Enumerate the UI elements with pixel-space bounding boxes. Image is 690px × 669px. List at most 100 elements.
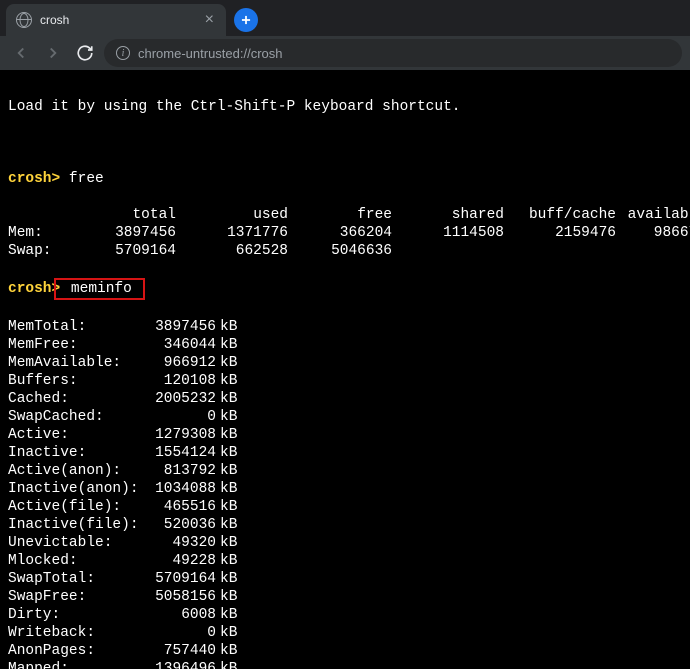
arrow-right-icon <box>44 44 62 62</box>
col-used: used <box>176 206 288 224</box>
cell <box>616 242 690 260</box>
meminfo-label: Mapped: <box>8 660 140 669</box>
meminfo-value: 0 <box>140 624 216 642</box>
arrow-left-icon <box>12 44 30 62</box>
meminfo-label: AnonPages: <box>8 642 140 660</box>
cell: 5709164 <box>72 242 176 260</box>
globe-icon <box>16 12 32 28</box>
meminfo-value: 757440 <box>140 642 216 660</box>
meminfo-value: 3897456 <box>140 318 216 336</box>
plus-icon <box>239 13 253 27</box>
cell: 1114508 <box>392 224 504 242</box>
meminfo-row: Inactive(anon):1034088kB <box>8 480 682 498</box>
meminfo-unit: kB <box>216 660 240 669</box>
meminfo-row: MemTotal:3897456kB <box>8 318 682 336</box>
meminfo-label: Unevictable: <box>8 534 140 552</box>
prompt: crosh> <box>8 171 60 187</box>
reload-button[interactable] <box>72 40 98 66</box>
terminal-command-line: crosh> meminfo <box>8 278 682 300</box>
col-total: total <box>72 206 176 224</box>
meminfo-value: 813792 <box>140 462 216 480</box>
meminfo-value: 0 <box>140 408 216 426</box>
meminfo-row: Mapped:1396496kB <box>8 660 682 669</box>
meminfo-value: 5058156 <box>140 588 216 606</box>
meminfo-unit: kB <box>216 372 240 390</box>
meminfo-row: AnonPages:757440kB <box>8 642 682 660</box>
meminfo-unit: kB <box>216 606 240 624</box>
meminfo-label: Cached: <box>8 390 140 408</box>
meminfo-unit: kB <box>216 516 240 534</box>
cell: 366204 <box>288 224 392 242</box>
terminal[interactable]: Load it by using the Ctrl-Shift-P keyboa… <box>0 70 690 669</box>
meminfo-row: Inactive:1554124kB <box>8 444 682 462</box>
command-text: free <box>69 171 104 187</box>
meminfo-row: Cached:2005232kB <box>8 390 682 408</box>
meminfo-unit: kB <box>216 642 240 660</box>
info-icon[interactable]: i <box>116 46 130 60</box>
meminfo-unit: kB <box>216 480 240 498</box>
cell: 2159476 <box>504 224 616 242</box>
meminfo-value: 966912 <box>140 354 216 372</box>
tab-title: crosh <box>40 13 203 27</box>
meminfo-value: 1279308 <box>140 426 216 444</box>
meminfo-unit: kB <box>216 318 240 336</box>
col-buffcache: buff/cache <box>504 206 616 224</box>
meminfo-row: SwapFree:5058156kB <box>8 588 682 606</box>
meminfo-label: Dirty: <box>8 606 140 624</box>
free-header: total used free shared buff/cache availa… <box>8 206 682 224</box>
terminal-line: Load it by using the Ctrl-Shift-P keyboa… <box>8 98 682 116</box>
meminfo-unit: kB <box>216 570 240 588</box>
meminfo-row: SwapCached:0kB <box>8 408 682 426</box>
col-shared: shared <box>392 206 504 224</box>
meminfo-label: Mlocked: <box>8 552 140 570</box>
highlighted-command: meminfo <box>54 278 144 300</box>
meminfo-unit: kB <box>216 444 240 462</box>
meminfo-value: 2005232 <box>140 390 216 408</box>
meminfo-row: Writeback:0kB <box>8 624 682 642</box>
meminfo-unit: kB <box>216 552 240 570</box>
meminfo-label: SwapTotal: <box>8 570 140 588</box>
meminfo-value: 1554124 <box>140 444 216 462</box>
close-icon[interactable]: × <box>203 12 216 28</box>
cell <box>392 242 504 260</box>
col-free: free <box>288 206 392 224</box>
meminfo-row: MemAvailable:966912kB <box>8 354 682 372</box>
new-tab-button[interactable] <box>234 8 258 32</box>
meminfo-value: 5709164 <box>140 570 216 588</box>
meminfo-label: MemFree: <box>8 336 140 354</box>
meminfo-value: 120108 <box>140 372 216 390</box>
cell: 662528 <box>176 242 288 260</box>
meminfo-label: Active: <box>8 426 140 444</box>
meminfo-unit: kB <box>216 408 240 426</box>
free-row-swap: Swap: 5709164 662528 5046636 <box>8 242 682 260</box>
meminfo-row: Active(file):465516kB <box>8 498 682 516</box>
meminfo-value: 465516 <box>140 498 216 516</box>
meminfo-label: MemAvailable: <box>8 354 140 372</box>
meminfo-label: MemTotal: <box>8 318 140 336</box>
browser-tab[interactable]: crosh × <box>6 4 226 36</box>
tab-bar: crosh × <box>0 0 690 36</box>
col-blank <box>8 206 72 224</box>
meminfo-value: 520036 <box>140 516 216 534</box>
meminfo-unit: kB <box>216 588 240 606</box>
meminfo-unit: kB <box>216 336 240 354</box>
toolbar: i chrome-untrusted://crosh <box>0 36 690 70</box>
meminfo-label: SwapCached: <box>8 408 140 426</box>
free-output: total used free shared buff/cache availa… <box>8 206 682 260</box>
row-label: Swap: <box>8 242 72 260</box>
col-available: available <box>616 206 690 224</box>
meminfo-value: 49228 <box>140 552 216 570</box>
meminfo-label: Active(file): <box>8 498 140 516</box>
terminal-command-line: crosh> free <box>8 170 682 188</box>
cell: 986676 <box>616 224 690 242</box>
meminfo-unit: kB <box>216 354 240 372</box>
meminfo-value: 1034088 <box>140 480 216 498</box>
meminfo-row: Buffers:120108kB <box>8 372 682 390</box>
meminfo-row: Mlocked:49228kB <box>8 552 682 570</box>
meminfo-unit: kB <box>216 462 240 480</box>
back-button[interactable] <box>8 40 34 66</box>
address-bar[interactable]: i chrome-untrusted://crosh <box>104 39 682 67</box>
row-label: Mem: <box>8 224 72 242</box>
free-row-mem: Mem: 3897456 1371776 366204 1114508 2159… <box>8 224 682 242</box>
forward-button[interactable] <box>40 40 66 66</box>
